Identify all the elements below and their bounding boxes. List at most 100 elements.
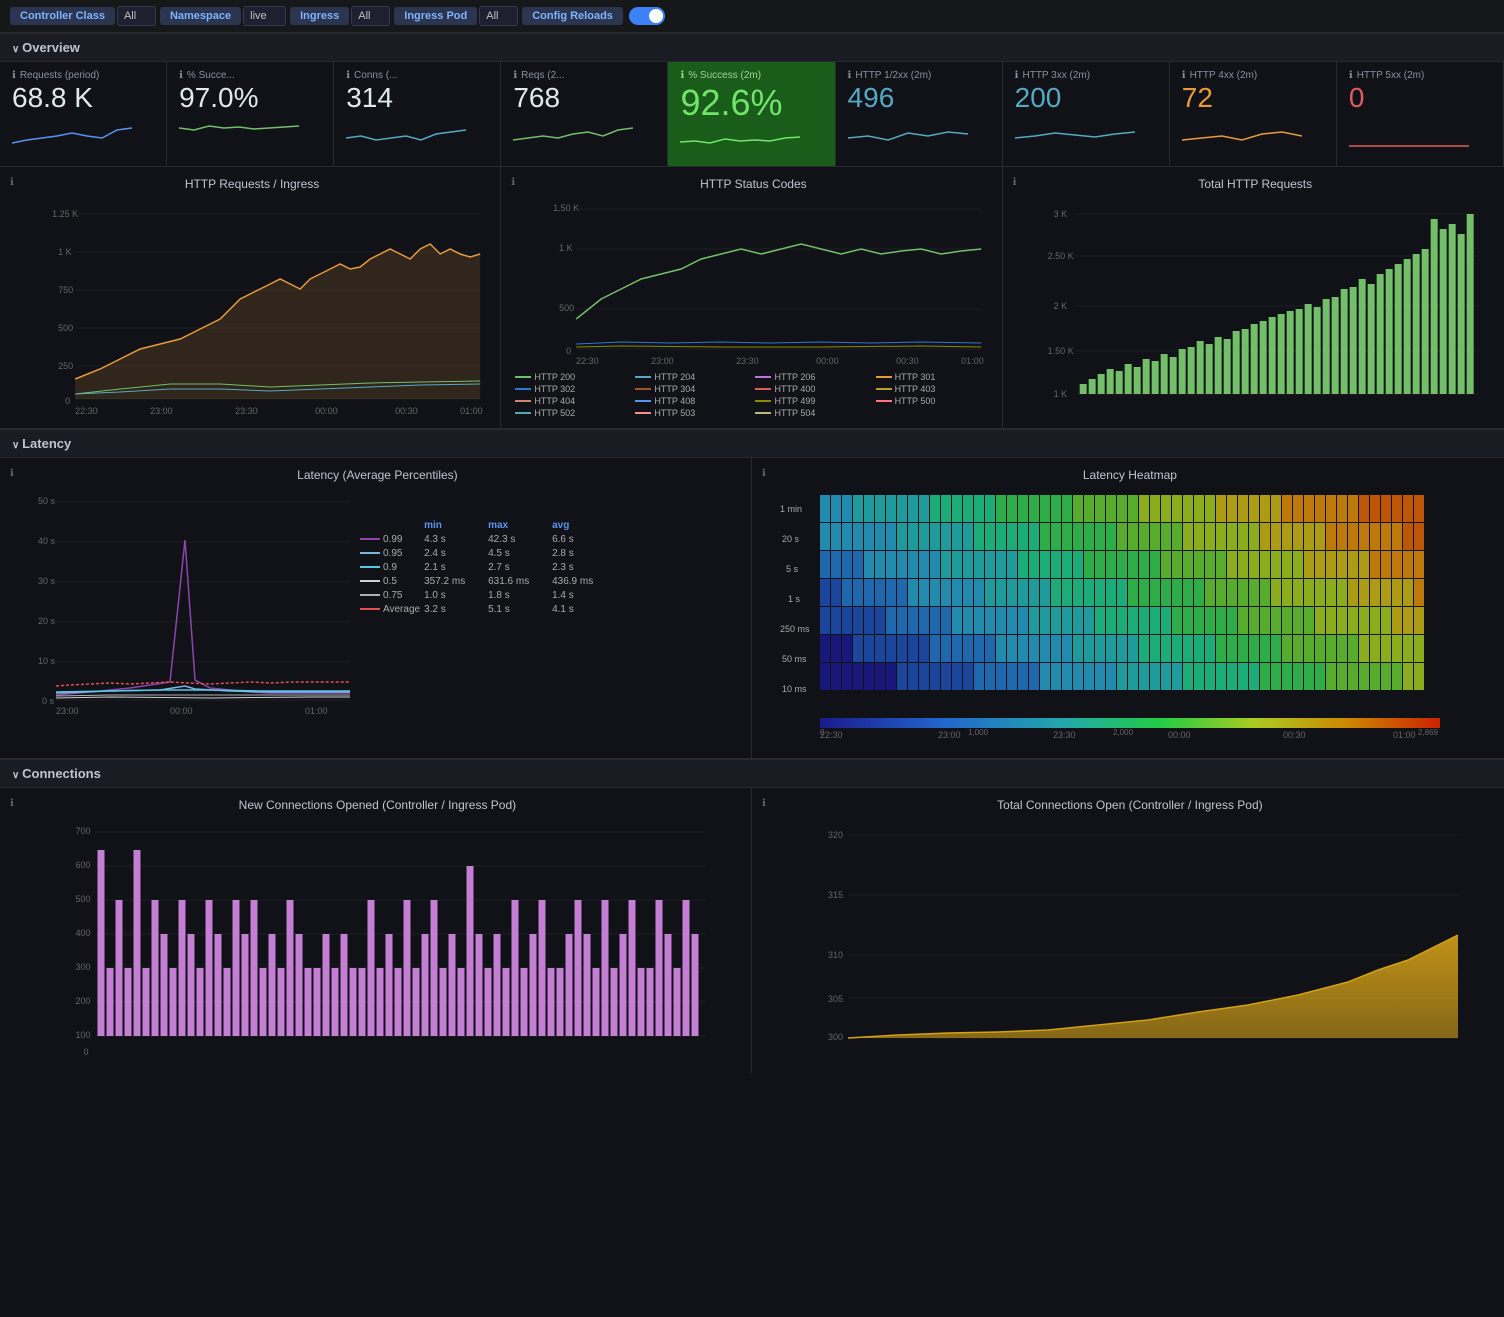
ingress-select[interactable]: All [351,6,390,26]
svg-text:305: 305 [828,994,843,1004]
namespace-label: Namespace [160,7,241,25]
svg-text:23:00: 23:00 [938,730,961,740]
controller-class-select[interactable]: All [117,6,156,26]
svg-text:200: 200 [76,996,91,1006]
svg-text:320: 320 [828,830,843,840]
connections-section-header[interactable]: Connections [0,759,1504,788]
stat-http5xx: ℹ HTTP 5xx (2m) 0 [1337,62,1504,166]
stat-value-http5xx: 0 [1349,83,1491,114]
stat-value-http4xx: 72 [1182,83,1324,114]
svg-text:40 s: 40 s [38,536,56,546]
svg-text:1 min: 1 min [780,504,802,514]
svg-text:22:30: 22:30 [75,406,98,414]
svg-text:1 s: 1 s [788,594,801,604]
svg-text:250 ms: 250 ms [780,624,810,634]
mini-chart-conns [346,118,466,148]
info-icon-heatmap: ℹ [762,468,766,479]
svg-text:00:30: 00:30 [896,356,919,366]
svg-text:315: 315 [828,890,843,900]
ingress-pod-label: Ingress Pod [394,7,477,25]
svg-text:500: 500 [58,323,73,333]
mini-chart-requests [12,118,132,148]
info-icon-status-codes: ℹ [511,177,515,188]
svg-text:23:00: 23:00 [56,706,79,716]
info-icon-total-requests: ℹ [1013,177,1017,188]
controller-class-label: Controller Class [10,7,115,25]
svg-text:100: 100 [76,1030,91,1040]
svg-text:310: 310 [828,950,843,960]
info-icon-latency: ℹ [10,468,14,479]
latency-section-header[interactable]: Latency [0,429,1504,458]
ingress-filter[interactable]: Ingress All [290,6,390,26]
mini-chart-reqs2m [513,118,633,148]
svg-text:500: 500 [559,303,574,313]
info-icon-http4xx: ℹ [1182,70,1186,81]
stat-value-requests: 68.8 K [12,83,154,114]
svg-text:01:00: 01:00 [961,356,984,366]
info-icon-http3xx: ℹ [1015,70,1019,81]
total-connections-chart: 320 315 310 305 300 [762,820,1494,1060]
ingress-pod-select[interactable]: All [479,6,518,26]
stat-value-conns: 314 [346,83,488,114]
svg-text:20 s: 20 s [782,534,800,544]
namespace-filter[interactable]: Namespace live [160,6,286,26]
info-icon-http5xx: ℹ [1349,70,1353,81]
latency-heatmap-title: Latency Heatmap [762,468,1494,482]
svg-text:23:30: 23:30 [235,406,258,414]
total-connections-panel: ℹ Total Connections Open (Controller / I… [752,788,1504,1073]
stat-success-rate: ℹ % Succe... 97.0% [167,62,334,166]
overview-section-header[interactable]: Overview [0,33,1504,62]
total-http-requests-chart: 3 K 2.50 K 2 K 1.50 K 1 K [1013,199,1494,414]
info-icon-http12xx: ℹ [848,70,852,81]
svg-text:50 s: 50 s [38,496,56,506]
svg-text:10 s: 10 s [38,656,56,666]
svg-text:0: 0 [820,728,825,737]
stat-http12xx: ℹ HTTP 1/2xx (2m) 496 [836,62,1003,166]
controller-class-filter[interactable]: Controller Class All [10,6,156,26]
config-reloads-label: Config Reloads [522,7,623,25]
toolbar: Controller Class All Namespace live Ingr… [0,0,1504,33]
svg-text:23:30: 23:30 [1053,730,1076,740]
svg-text:0 s: 0 s [42,696,55,706]
ingress-pod-filter[interactable]: Ingress Pod All [394,6,518,26]
svg-text:00:00: 00:00 [170,706,193,716]
mini-chart-http3xx [1015,118,1135,148]
latency-percentiles-title: Latency (Average Percentiles) [10,468,741,482]
svg-text:600: 600 [76,860,91,870]
svg-text:250: 250 [58,361,73,371]
info-icon-conns: ℹ [346,70,350,81]
svg-text:1.50 K: 1.50 K [1047,346,1073,356]
svg-text:1 K: 1 K [559,243,573,253]
info-icon-requests: ℹ [12,70,16,81]
stat-value-http3xx: 200 [1015,83,1157,114]
config-reloads-toggle[interactable]: Config Reloads [522,7,665,25]
svg-text:00:30: 00:30 [1283,730,1306,740]
ingress-label: Ingress [290,7,349,25]
svg-text:2.50 K: 2.50 K [1047,251,1073,261]
http-status-codes-title: HTTP Status Codes [511,177,991,191]
total-http-requests-panel: ℹ Total HTTP Requests 3 K 2.50 K 2 K 1.5… [1003,167,1504,428]
svg-text:01:00: 01:00 [460,406,483,414]
svg-text:50 ms: 50 ms [782,654,807,664]
svg-text:400: 400 [76,928,91,938]
svg-text:300: 300 [828,1032,843,1042]
svg-text:300: 300 [76,962,91,972]
svg-text:00:00: 00:00 [1168,730,1191,740]
svg-text:1,000: 1,000 [968,728,989,737]
new-connections-panel: ℹ New Connections Opened (Controller / I… [0,788,752,1073]
http-status-codes-panel: ℹ HTTP Status Codes 1.50 K 1 K 500 0 22:… [501,167,1002,428]
svg-text:01:00: 01:00 [305,706,328,716]
mini-chart-http4xx [1182,118,1302,148]
svg-text:0: 0 [566,346,571,356]
stat-requests-period: ℹ Requests (period) 68.8 K [0,62,167,166]
mini-chart-http12xx [848,118,968,148]
svg-text:2,869: 2,869 [1418,728,1439,737]
toggle-switch[interactable] [629,7,665,25]
svg-text:750: 750 [58,285,73,295]
namespace-select[interactable]: live [243,6,286,26]
svg-text:500: 500 [76,894,91,904]
svg-text:00:00: 00:00 [816,356,839,366]
svg-text:01:00: 01:00 [1393,730,1416,740]
svg-text:1.50 K: 1.50 K [553,203,579,213]
stat-value-http12xx: 496 [848,83,990,114]
